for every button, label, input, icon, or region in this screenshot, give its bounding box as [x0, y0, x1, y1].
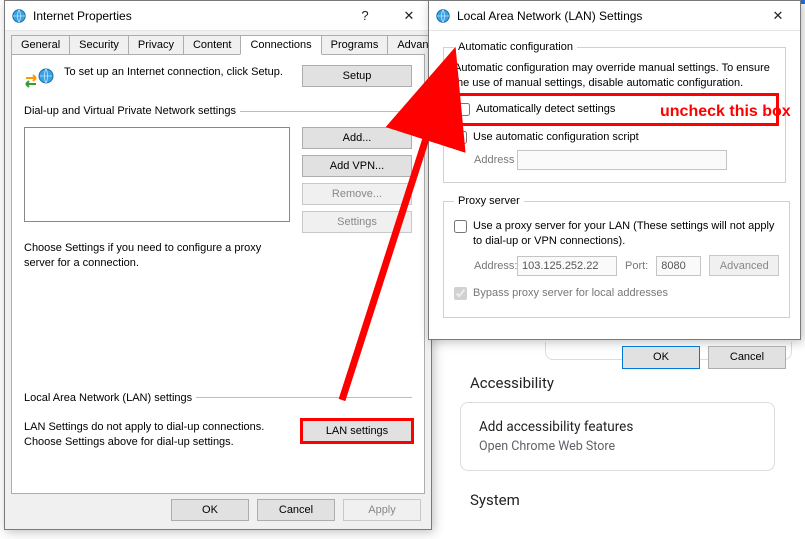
tab-connections[interactable]: Connections	[240, 35, 321, 55]
tab-content[interactable]: Content	[183, 35, 242, 55]
chrome-settings-background: Accessibility Add accessibility features…	[430, 340, 805, 539]
proxy-address-label: Address:	[454, 260, 509, 272]
ip-cancel-button[interactable]: Cancel	[257, 499, 335, 521]
auto-detect-label: Automatically detect settings	[476, 102, 615, 117]
ip-titlebar: Internet Properties ? ✕	[5, 1, 431, 31]
script-address-input	[517, 150, 727, 170]
proxy-group: Proxy server Use a proxy server for your…	[443, 195, 790, 318]
use-proxy-checkbox[interactable]	[454, 220, 467, 233]
connection-settings-button: Settings	[302, 211, 412, 233]
auto-script-label: Use automatic configuration script	[473, 130, 639, 145]
chrome-card-title: Add accessibility features	[479, 419, 756, 435]
auto-detect-checkbox[interactable]	[457, 103, 470, 116]
tab-security[interactable]: Security	[69, 35, 129, 55]
tab-privacy[interactable]: Privacy	[128, 35, 184, 55]
internet-properties-dialog: Internet Properties ? ✕ General Security…	[4, 0, 432, 530]
bypass-checkbox	[454, 287, 467, 300]
tab-general[interactable]: General	[11, 35, 70, 55]
lan-close-button[interactable]: ✕	[756, 1, 800, 30]
lan-help-text: LAN Settings do not apply to dial-up con…	[24, 420, 290, 451]
dialup-legend: Dial-up and Virtual Private Network sett…	[24, 105, 240, 117]
connection-wizard-icon	[24, 65, 54, 91]
auto-script-checkbox[interactable]	[454, 131, 467, 144]
lan-title: Local Area Network (LAN) Settings	[457, 9, 756, 23]
bypass-label: Bypass proxy server for local addresses	[473, 286, 668, 301]
auto-script-row[interactable]: Use automatic configuration script	[454, 130, 775, 145]
tab-programs[interactable]: Programs	[321, 35, 389, 55]
chrome-card-subtitle: Open Chrome Web Store	[479, 439, 756, 454]
dialup-listbox[interactable]	[24, 127, 290, 222]
connections-panel: To set up an Internet connection, click …	[11, 54, 425, 494]
auto-config-desc: Automatic configuration may override man…	[454, 61, 775, 91]
ip-bottom-buttons: OK Cancel Apply	[171, 499, 421, 521]
lan-legend: Local Area Network (LAN) settings	[24, 392, 196, 404]
auto-config-legend: Automatic configuration	[454, 41, 577, 53]
add-vpn-button[interactable]: Add VPN...	[302, 155, 412, 177]
chrome-accessibility-heading: Accessibility	[470, 374, 775, 392]
annotation-text: uncheck this box	[660, 103, 791, 121]
use-proxy-row[interactable]: Use a proxy server for your LAN (These s…	[454, 219, 779, 249]
proxy-port-input	[656, 256, 701, 276]
lan-settings-button[interactable]: LAN settings	[302, 420, 412, 442]
setup-text: To set up an Internet connection, click …	[64, 65, 292, 80]
ip-apply-button: Apply	[343, 499, 421, 521]
bypass-row: Bypass proxy server for local addresses	[454, 286, 779, 301]
proxy-port-label: Port:	[625, 260, 648, 272]
lan-titlebar: Local Area Network (LAN) Settings ✕	[429, 1, 800, 31]
chrome-system-heading: System	[470, 491, 775, 509]
ip-title: Internet Properties	[33, 9, 343, 23]
internet-options-icon	[11, 8, 27, 24]
remove-button: Remove...	[302, 183, 412, 205]
dialup-help-text: Choose Settings if you need to configure…	[24, 241, 284, 272]
script-address-label: Address	[454, 154, 509, 166]
ip-ok-button[interactable]: OK	[171, 499, 249, 521]
lan-group: Local Area Network (LAN) settings LAN Se…	[24, 392, 412, 451]
setup-button[interactable]: Setup	[302, 65, 412, 87]
ip-help-button[interactable]: ?	[343, 1, 387, 30]
proxy-address-input	[517, 256, 617, 276]
lan-settings-dialog: Local Area Network (LAN) Settings ✕ Auto…	[428, 0, 801, 340]
add-button[interactable]: Add...	[302, 127, 412, 149]
ip-close-button[interactable]: ✕	[387, 1, 431, 30]
dialup-group: Dial-up and Virtual Private Network sett…	[24, 105, 412, 272]
use-proxy-label: Use a proxy server for your LAN (These s…	[473, 219, 779, 249]
ip-tabs: General Security Privacy Content Connect…	[11, 35, 425, 55]
lan-dialog-icon	[435, 8, 451, 24]
chrome-accessibility-card[interactable]: Add accessibility features Open Chrome W…	[460, 402, 775, 471]
proxy-legend: Proxy server	[454, 195, 524, 207]
proxy-advanced-button: Advanced	[709, 255, 779, 276]
